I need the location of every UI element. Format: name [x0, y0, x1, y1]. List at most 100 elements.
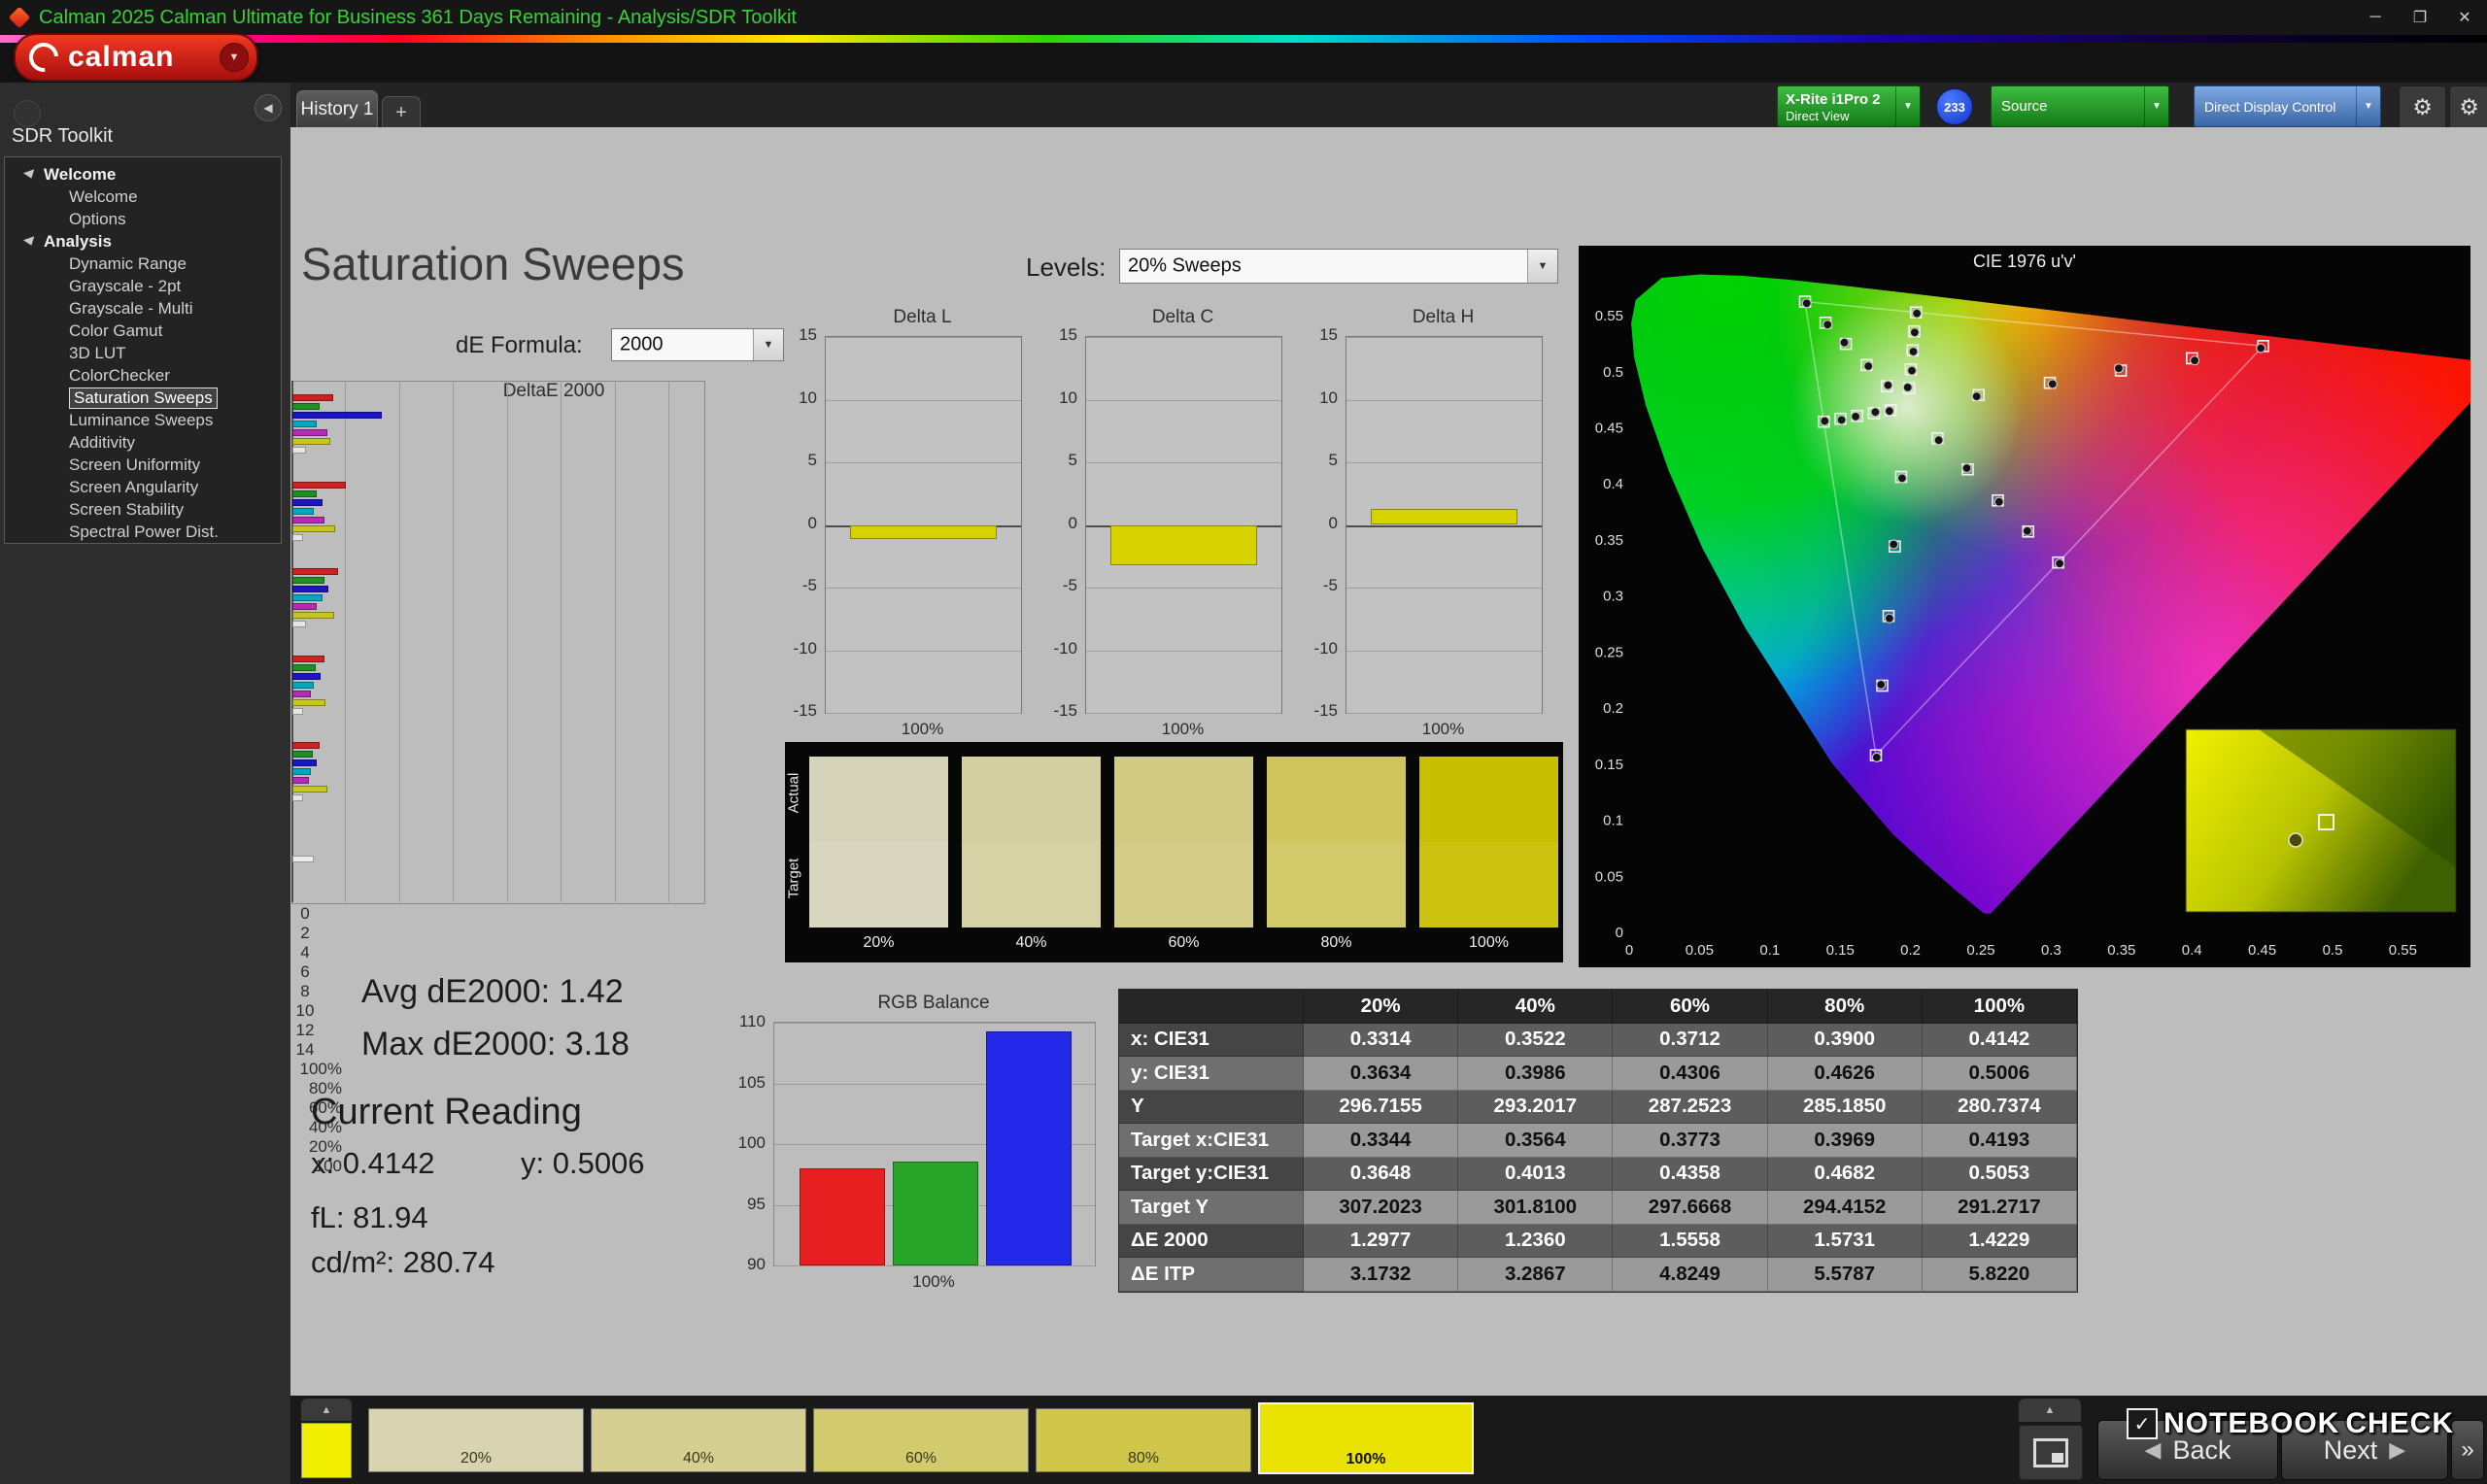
- cie-chart-title: CIE 1976 u'v': [1973, 252, 2076, 271]
- sidebar-home-button[interactable]: [14, 100, 41, 127]
- table-value-cell: 287.2523: [1613, 1090, 1768, 1124]
- table-value-cell: 291.2717: [1922, 1191, 2077, 1225]
- cie-y-tick: 0.15: [1595, 757, 1623, 773]
- sidebar-collapse-button[interactable]: ◀: [255, 94, 282, 121]
- delta-bar: [1371, 508, 1517, 525]
- pattern-swatch-60%[interactable]: 60%: [813, 1408, 1029, 1472]
- cie-measured-dot: [1906, 365, 1918, 376]
- tree-expander-icon: [22, 235, 38, 248]
- pattern-swatch-80%[interactable]: 80%: [1036, 1408, 1251, 1472]
- table-value-cell: 0.4306: [1613, 1057, 1768, 1091]
- sidebar-item-welcome[interactable]: Welcome: [5, 186, 281, 208]
- sidebar-item-luminance-sweeps[interactable]: Luminance Sweeps: [5, 409, 281, 431]
- y-tick-label: 0: [807, 513, 817, 532]
- comparison-column-label: 20%: [863, 934, 895, 951]
- back-button[interactable]: ◀ Back: [2097, 1420, 2278, 1480]
- layout-gear-button[interactable]: ⚙: [2449, 85, 2487, 129]
- pattern-swatch-100%[interactable]: 100%: [1258, 1402, 1474, 1474]
- add-tab-button[interactable]: +: [382, 96, 421, 128]
- y-tick-label: 5: [1328, 451, 1338, 469]
- cie-x-tick: 0.4: [2182, 942, 2202, 959]
- sidebar-item-analysis[interactable]: Analysis: [5, 230, 281, 253]
- gridline: [774, 1023, 1095, 1024]
- table-value-cell: 280.7374: [1922, 1090, 2077, 1124]
- chevron-down-icon: ▼: [2356, 86, 2380, 126]
- y-tick-label: -10: [793, 638, 817, 658]
- sidebar-item-dynamic-range[interactable]: Dynamic Range: [5, 253, 281, 275]
- cie-measured-dot: [2022, 525, 2032, 536]
- display-control-dropdown[interactable]: Direct Display Control ▼: [2194, 85, 2381, 127]
- sidebar-item-additivity[interactable]: Additivity: [5, 431, 281, 454]
- cie-x-tick: 0.45: [2248, 942, 2276, 959]
- source-dropdown[interactable]: Source ▼: [1991, 85, 2169, 127]
- table-value-cell: 0.3564: [1458, 1124, 1614, 1158]
- tree-item-label: Screen Uniformity: [69, 455, 201, 474]
- y-tick-label: 10: [799, 388, 817, 407]
- table-row-label: Y: [1119, 1090, 1304, 1124]
- de-formula-select[interactable]: 2000 ▼: [611, 328, 784, 361]
- gridline: [1346, 462, 1542, 463]
- sidebar-item-grayscale-2pt[interactable]: Grayscale - 2pt: [5, 275, 281, 297]
- table-value-cell: 294.4152: [1767, 1191, 1923, 1225]
- chevron-down-icon: ▼: [1895, 86, 1920, 126]
- cie-y-tick: 0.25: [1595, 644, 1623, 660]
- x-axis-label: 100%: [1421, 720, 1465, 738]
- gridline: [614, 381, 616, 902]
- de-bar: [292, 481, 347, 489]
- pattern-swatch-label: 80%: [1127, 1450, 1160, 1467]
- delta-bar: [1110, 524, 1257, 565]
- maximize-button[interactable]: ❐: [2398, 0, 2442, 35]
- pattern-bar: ▲ 20% 40% 60% 80% 100% ▲ ◀ Back Next ▶ » ✓ N…: [290, 1396, 2487, 1484]
- cie-measured-dot: [1912, 308, 1923, 319]
- y-tick-label: -10: [1313, 638, 1338, 658]
- gridline: [1086, 588, 1281, 589]
- sidebar-item-screen-stability[interactable]: Screen Stability: [5, 498, 281, 521]
- y-tick-label: -15: [1053, 701, 1077, 720]
- skip-forward-button[interactable]: »: [2451, 1420, 2484, 1480]
- cie-measured-dot: [1993, 496, 2004, 507]
- x-tick-label: 0: [300, 904, 310, 923]
- calman-logo-button[interactable]: calman ▼: [14, 33, 258, 82]
- sidebar-item-options[interactable]: Options: [5, 208, 281, 230]
- logo-menu-button[interactable]: ▼: [220, 43, 249, 72]
- pattern-bar-expand-button[interactable]: ▲: [301, 1399, 352, 1421]
- sidebar-item-colorchecker[interactable]: ColorChecker: [5, 364, 281, 387]
- tab-history-1[interactable]: History 1: [296, 90, 378, 128]
- de-bar: [292, 533, 304, 541]
- de-bar: [292, 672, 322, 680]
- close-button[interactable]: ✕: [2442, 0, 2487, 35]
- de-bar: [292, 742, 320, 750]
- pattern-swatch-40%[interactable]: 40%: [591, 1408, 806, 1472]
- sidebar-item-grayscale-multi[interactable]: Grayscale - Multi: [5, 297, 281, 320]
- settings-gear-button[interactable]: ⚙: [2399, 85, 2446, 129]
- table-value-cell: 0.4142: [1922, 1023, 2077, 1057]
- table-value-cell: 301.8100: [1458, 1191, 1614, 1225]
- de-bar: [292, 447, 306, 455]
- sidebar-item-saturation-sweeps[interactable]: Saturation Sweeps: [5, 387, 281, 409]
- pattern-swatch-20%[interactable]: 20%: [368, 1408, 584, 1472]
- levels-select[interactable]: 20% Sweeps ▼: [1119, 249, 1558, 284]
- sidebar-item-screen-uniformity[interactable]: Screen Uniformity: [5, 454, 281, 476]
- red-bar: [800, 1168, 885, 1265]
- minimize-button[interactable]: ─: [2353, 0, 2398, 35]
- meter-status-badge[interactable]: 233: [1936, 88, 1973, 125]
- sidebar-item-welcome[interactable]: Welcome: [5, 163, 281, 186]
- display-control-label: Direct Display Control: [2204, 99, 2336, 115]
- sidebar-item-3d-lut[interactable]: 3D LUT: [5, 342, 281, 364]
- gridline: [1346, 650, 1542, 652]
- pattern-window-button[interactable]: [2019, 1425, 2083, 1480]
- pattern-swatch-label: 60%: [904, 1450, 937, 1467]
- rgb-balance-chart: RGB Balance 110 105 100 95 90 100%: [719, 993, 1117, 1296]
- de-bar: [292, 855, 315, 862]
- next-button[interactable]: Next ▶: [2281, 1420, 2448, 1480]
- de-bar: [292, 577, 325, 585]
- rainbow-strip: [0, 35, 2487, 43]
- sidebar-item-screen-angularity[interactable]: Screen Angularity: [5, 476, 281, 498]
- meter-dropdown[interactable]: X-Rite i1Pro 2 Direct View ▼: [1777, 85, 1921, 127]
- nav-expand-button[interactable]: ▲: [2019, 1399, 2081, 1422]
- target-swatch-60%: [1114, 842, 1253, 928]
- sidebar-item-color-gamut[interactable]: Color Gamut: [5, 320, 281, 342]
- sidebar-item-spectral-power-dist-[interactable]: Spectral Power Dist.: [5, 521, 281, 543]
- current-pattern-swatch[interactable]: [301, 1423, 352, 1478]
- de-bar: [292, 489, 317, 497]
